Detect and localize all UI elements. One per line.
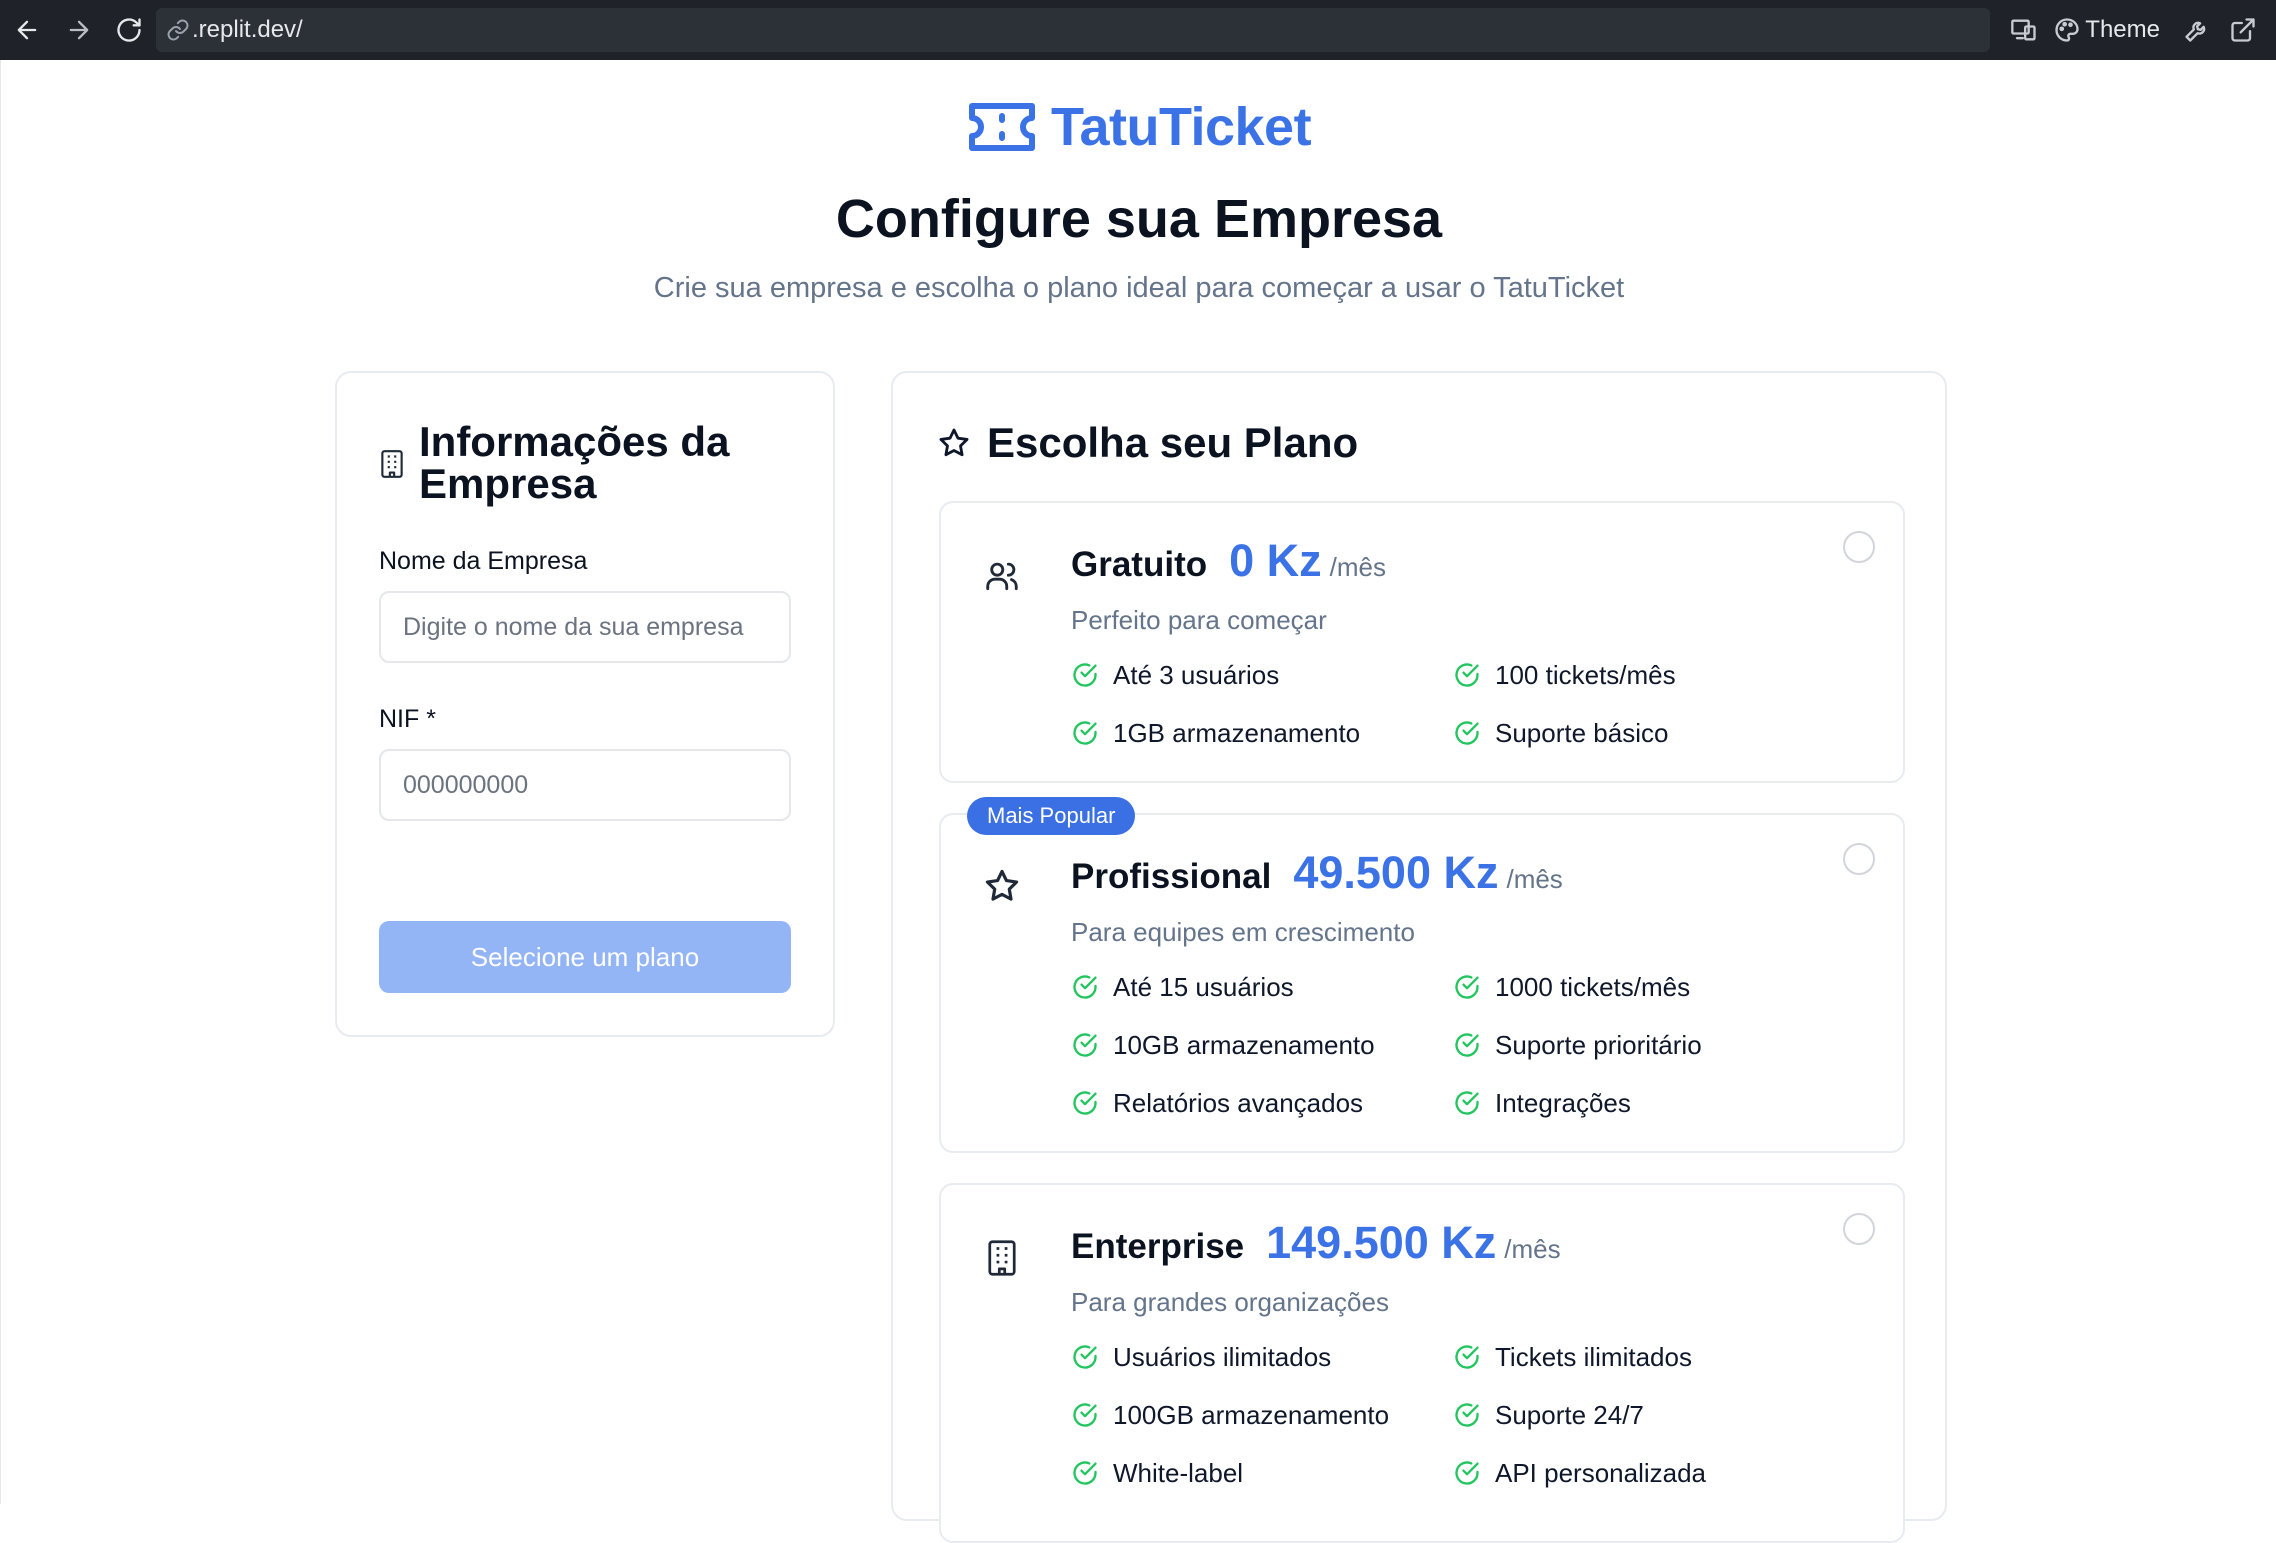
plan-radio-gratuito[interactable] [1843, 531, 1875, 563]
plan-radio-enterprise[interactable] [1843, 1213, 1875, 1245]
devices-icon [2011, 19, 2036, 41]
plan-name: Profissional [1071, 857, 1272, 896]
arrow-left-icon [17, 20, 37, 40]
check-circle-icon [1455, 1345, 1479, 1369]
external-link-icon [2231, 18, 2255, 42]
brand-logo: TatuTicket [967, 96, 1312, 158]
plan-description: Para equipes em crescimento [1071, 917, 1415, 947]
plan-card-gratuito[interactable]: Gratuito 0 Kz /mês Perfeito para começar… [939, 501, 1905, 783]
building-icon [988, 1240, 1016, 1276]
feature-item: Suporte prioritário [1453, 1027, 1835, 1063]
reload-button[interactable] [104, 5, 154, 55]
check-circle-icon [1073, 975, 1097, 999]
open-external-button[interactable] [2220, 5, 2266, 55]
feature-item: White-label [1071, 1455, 1453, 1491]
arrow-right-icon [69, 20, 89, 40]
wrench-icon [2185, 21, 2206, 42]
feature-item: Relatórios avançados [1071, 1085, 1453, 1121]
check-circle-icon [1455, 721, 1479, 745]
back-button[interactable] [2, 5, 52, 55]
star-icon [939, 428, 969, 457]
plan-period: /mês [1506, 864, 1563, 894]
select-plan-button[interactable]: Selecione um plano [379, 921, 791, 993]
feature-item: Até 3 usuários [1071, 657, 1453, 693]
forward-button[interactable] [54, 5, 104, 55]
company-name-input[interactable] [379, 591, 791, 663]
theme-label: Theme [2085, 16, 2160, 43]
url-text: .replit.dev/ [192, 16, 303, 43]
check-circle-icon [1073, 721, 1097, 745]
building-icon [381, 450, 403, 478]
plan-card-profissional[interactable]: Mais Popular Profissional 49.500 Kz /mês… [939, 797, 1905, 1153]
check-circle-icon [1073, 663, 1097, 687]
plan-features: Usuários ilimitados Tickets ilimitados 1… [1071, 1339, 1871, 1491]
plan-period: /mês [1329, 552, 1386, 582]
feature-item: 100GB armazenamento [1071, 1397, 1453, 1433]
feature-item: 100 tickets/mês [1453, 657, 1835, 693]
brand-name: TatuTicket [1051, 97, 1312, 157]
page-subtitle: Crie sua empresa e escolha o plano ideal… [653, 272, 1625, 304]
plan-section-title: Escolha seu Plano [987, 419, 1359, 466]
plan-name: Enterprise [1071, 1227, 1245, 1266]
company-info-card: Informações da Empresa Nome da Empresa N… [335, 371, 835, 1037]
plan-radio-profissional[interactable] [1843, 843, 1875, 875]
feature-item: Suporte 24/7 [1453, 1397, 1835, 1433]
check-circle-icon [1073, 1091, 1097, 1115]
check-circle-icon [1455, 1033, 1479, 1057]
devtools-button[interactable] [2174, 5, 2220, 55]
nif-label: NIF * [379, 705, 436, 733]
feature-item: Até 15 usuários [1071, 969, 1453, 1005]
company-name-label: Nome da Empresa [379, 547, 588, 575]
plan-period: /mês [1504, 1234, 1561, 1264]
plan-name: Gratuito [1071, 545, 1208, 584]
feature-item: Suporte básico [1453, 715, 1835, 751]
plan-features: Até 3 usuários 100 tickets/mês 1GB armaz… [1071, 657, 1871, 751]
plan-price: 49.500 Kz [1293, 847, 1499, 898]
check-circle-icon [1455, 1461, 1479, 1485]
palette-icon [2055, 18, 2079, 42]
feature-item: Tickets ilimitados [1453, 1339, 1835, 1375]
plan-features: Até 15 usuários 1000 tickets/mês 10GB ar… [1071, 969, 1871, 1121]
plan-description: Perfeito para começar [1071, 605, 1327, 635]
reload-icon [117, 18, 141, 42]
feature-item: 10GB armazenamento [1071, 1027, 1453, 1063]
check-circle-icon [1455, 975, 1479, 999]
company-info-title: Informações da Empresa [419, 418, 730, 507]
plan-selection-card: Escolha seu Plano Gratuito 0 Kz /mês Per… [891, 371, 1947, 1543]
check-circle-icon [1073, 1403, 1097, 1427]
link-icon [167, 19, 189, 41]
check-circle-icon [1073, 1033, 1097, 1057]
page-content: TatuTicket Configure sua Empresa Crie su… [0, 60, 2276, 1543]
theme-button[interactable]: Theme [2047, 5, 2174, 55]
feature-item: 1000 tickets/mês [1453, 969, 1835, 1005]
feature-item: API personalizada [1453, 1455, 1835, 1491]
popular-badge: Mais Popular [967, 797, 1136, 835]
check-circle-icon [1455, 1403, 1479, 1427]
browser-toolbar: .replit.dev/ Theme [0, 0, 2276, 60]
users-icon [986, 562, 1018, 591]
check-circle-icon [1455, 663, 1479, 687]
devices-button[interactable] [2001, 5, 2047, 55]
feature-item: Integrações [1453, 1085, 1835, 1121]
plan-description: Para grandes organizações [1071, 1287, 1389, 1317]
plan-price: 149.500 Kz [1266, 1217, 1497, 1268]
page-title: Configure sua Empresa [835, 189, 1443, 249]
ticket-icon [969, 103, 1035, 151]
plan-card-enterprise[interactable]: Enterprise 149.500 Kz /mês Para grandes … [939, 1183, 1905, 1543]
check-circle-icon [1073, 1461, 1097, 1485]
nif-input[interactable] [379, 749, 791, 821]
check-circle-icon [1455, 1091, 1479, 1115]
plan-price: 0 Kz [1229, 535, 1322, 586]
star-icon [985, 869, 1019, 901]
feature-item: Usuários ilimitados [1071, 1339, 1453, 1375]
feature-item: 1GB armazenamento [1071, 715, 1453, 751]
address-bar[interactable]: .replit.dev/ [156, 8, 1990, 52]
check-circle-icon [1073, 1345, 1097, 1369]
